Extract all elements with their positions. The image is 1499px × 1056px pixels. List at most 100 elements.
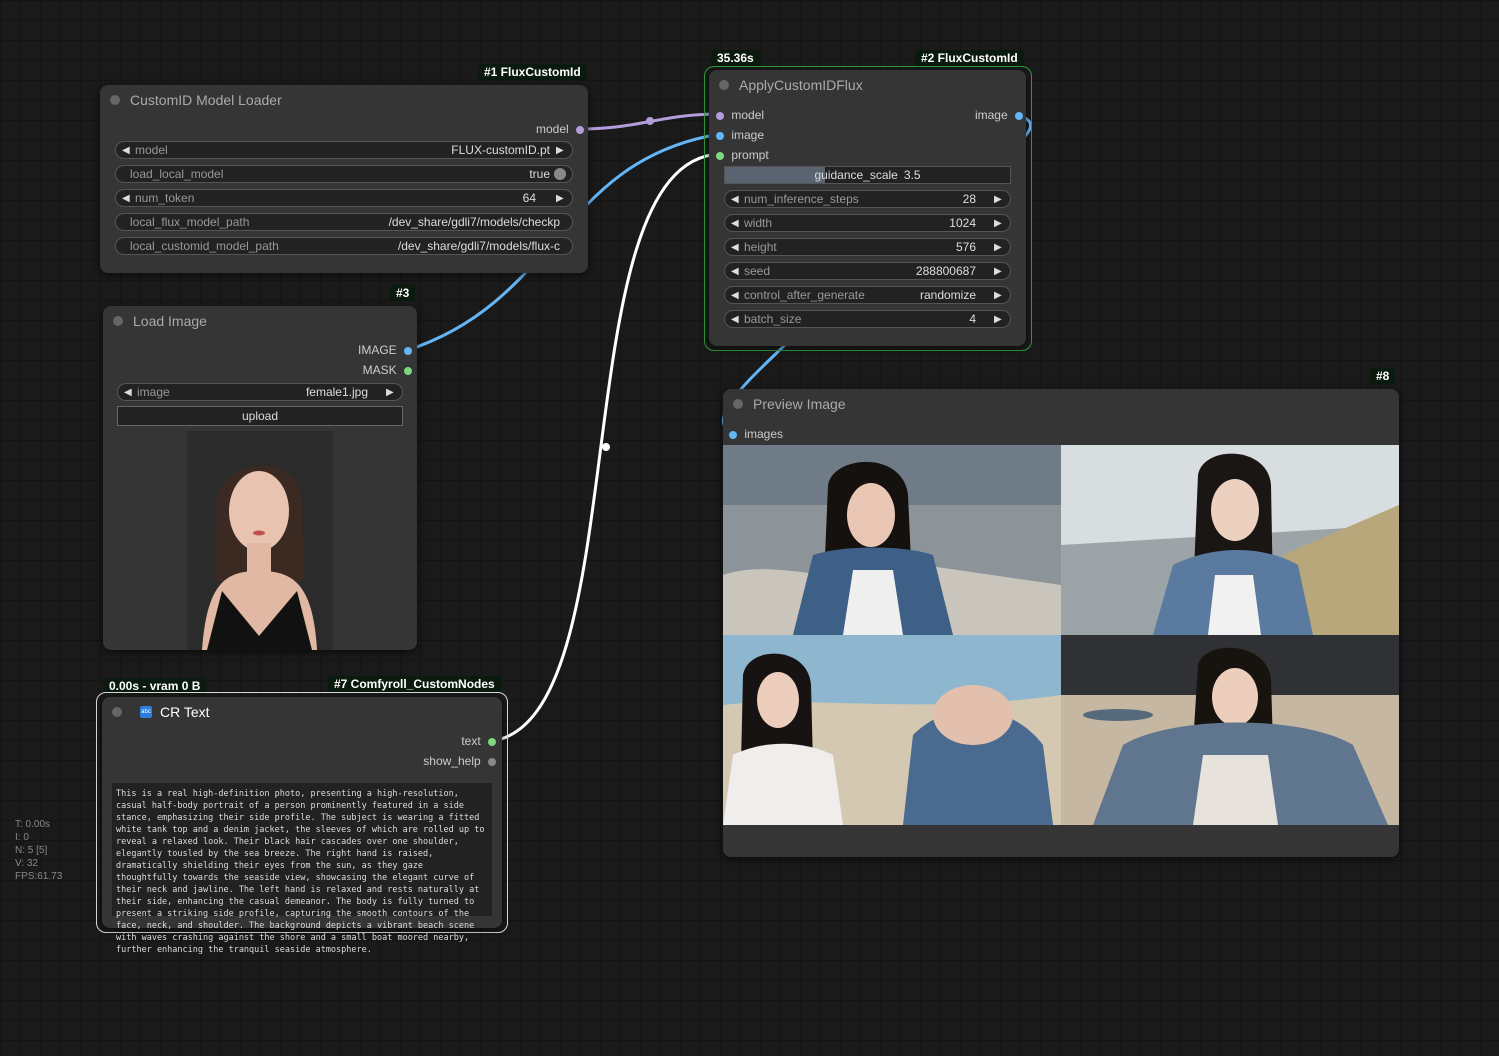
text-input-area[interactable]: This is a real high-definition photo, pr…	[112, 783, 492, 955]
generated-image-4	[1061, 635, 1399, 825]
left-arrow-icon[interactable]: ◀	[731, 266, 741, 277]
image-input-pin-icon[interactable]	[716, 131, 724, 140]
image-combo-widget[interactable]: ◀ image female1.jpg ▶	[117, 383, 403, 401]
node7-title: CR Text	[160, 704, 210, 720]
apply-customid-flux-node[interactable]: ApplyCustomIDFlux model image prompt ima…	[709, 70, 1026, 346]
batch-value: 4	[969, 312, 976, 326]
left-arrow-icon[interactable]: ◀	[731, 194, 741, 205]
collapse-dot-icon[interactable]	[733, 399, 743, 409]
batch-size-widget[interactable]: ◀ batch_size 4 ▶	[724, 310, 1011, 328]
node3-title-bar[interactable]: Load Image	[103, 306, 417, 336]
model-input-slot[interactable]: model	[716, 108, 764, 122]
node1-id-badge: #1 FluxCustomId	[478, 64, 587, 80]
prompt-input-label: prompt	[731, 148, 769, 162]
canvas-stats: T: 0.00s I: 0 N: 5 [5] V: 32 FPS:61.73	[15, 818, 62, 883]
prompt-text-content: This is a real high-definition photo, pr…	[116, 789, 485, 955]
text-type-icon: abc	[140, 706, 152, 718]
model-output-slot[interactable]: model	[536, 122, 584, 136]
show-help-output-slot[interactable]: show_help	[423, 754, 496, 768]
toggle-knob-icon[interactable]	[554, 168, 566, 180]
images-input-pin-icon[interactable]	[729, 430, 737, 439]
right-arrow-icon[interactable]: ▶	[556, 193, 566, 204]
width-widget[interactable]: ◀ width 1024 ▶	[724, 214, 1011, 232]
generated-image-1	[723, 445, 1061, 635]
stat-nodes: N: 5 [5]	[15, 845, 48, 856]
generated-image-3	[723, 635, 1061, 825]
image-output-slot[interactable]: IMAGE	[358, 343, 412, 357]
steps-label: num_inference_steps	[744, 192, 859, 206]
load-local-value: true	[529, 167, 550, 181]
right-arrow-icon[interactable]: ▶	[994, 194, 1004, 205]
node3-id-badge: #3	[390, 285, 416, 301]
collapse-dot-icon[interactable]	[719, 80, 729, 90]
mask-output-slot[interactable]: MASK	[363, 363, 412, 377]
image-output-label: IMAGE	[357, 343, 397, 357]
image-output-pin-icon[interactable]	[404, 346, 412, 355]
right-arrow-icon[interactable]: ▶	[994, 266, 1004, 277]
node2-timing-badge: 35.36s	[711, 50, 760, 66]
image-output-slot[interactable]: image	[975, 108, 1023, 122]
image-output-label: image	[974, 108, 1008, 122]
load-local-label: load_local_model	[130, 167, 224, 181]
images-input-slot[interactable]: images	[729, 427, 783, 441]
cr-text-node[interactable]: abc CR Text text show_help This is a rea…	[102, 697, 502, 955]
collapse-dot-icon[interactable]	[113, 316, 123, 326]
right-arrow-icon[interactable]: ▶	[556, 145, 566, 156]
left-arrow-icon[interactable]: ◀	[124, 387, 134, 398]
model-wire[interactable]	[579, 112, 721, 131]
node1-title-bar[interactable]: CustomID Model Loader	[100, 85, 588, 115]
portrait-image	[187, 431, 333, 650]
node3-title: Load Image	[133, 313, 207, 329]
customid-model-loader-node[interactable]: CustomID Model Loader model ◀ model FLUX…	[100, 85, 588, 273]
upload-button[interactable]: upload	[117, 406, 403, 426]
model-wire-midpoint[interactable]	[646, 117, 654, 125]
node2-title-bar[interactable]: ApplyCustomIDFlux	[709, 70, 1026, 100]
model-output-pin-icon[interactable]	[576, 125, 584, 134]
load-local-model-toggle[interactable]: load_local_model true	[115, 165, 573, 183]
guidance-scale-slider[interactable]: guidance_scale 3.5	[724, 166, 1011, 184]
control-after-generate-widget[interactable]: ◀ control_after_generate randomize ▶	[724, 286, 1011, 304]
customid-path-label: local_customid_model_path	[130, 239, 279, 253]
left-arrow-icon[interactable]: ◀	[731, 290, 741, 301]
right-arrow-icon[interactable]: ▶	[386, 387, 396, 398]
customid-model-path-field[interactable]: local_customid_model_path /dev_share/gdl…	[115, 237, 573, 255]
text-output-slot[interactable]: text	[461, 734, 496, 748]
num-inference-steps-widget[interactable]: ◀ num_inference_steps 28 ▶	[724, 190, 1011, 208]
show-help-output-pin-icon[interactable]	[488, 757, 496, 766]
collapse-dot-icon[interactable]	[112, 707, 122, 717]
node7-title-bar[interactable]: abc CR Text	[102, 697, 502, 727]
model-combo-label: model	[135, 143, 168, 157]
collapse-dot-icon[interactable]	[110, 95, 120, 105]
height-label: height	[744, 240, 777, 254]
left-arrow-icon[interactable]: ◀	[122, 193, 132, 204]
left-arrow-icon[interactable]: ◀	[731, 314, 741, 325]
right-arrow-icon[interactable]: ▶	[994, 218, 1004, 229]
left-arrow-icon[interactable]: ◀	[731, 242, 741, 253]
prompt-input-pin-icon[interactable]	[716, 151, 724, 160]
prompt-input-slot[interactable]: prompt	[716, 148, 769, 162]
preview-image-node[interactable]: Preview Image images	[723, 389, 1399, 857]
node8-title-bar[interactable]: Preview Image	[723, 389, 1399, 419]
text-output-pin-icon[interactable]	[488, 737, 496, 746]
mask-output-pin-icon[interactable]	[404, 366, 412, 375]
model-input-pin-icon[interactable]	[716, 111, 724, 120]
prompt-wire-midpoint[interactable]	[602, 443, 610, 451]
right-arrow-icon[interactable]: ▶	[994, 314, 1004, 325]
left-arrow-icon[interactable]: ◀	[122, 145, 132, 156]
image-output-pin-icon[interactable]	[1015, 111, 1023, 120]
seed-widget[interactable]: ◀ seed 288800687 ▶	[724, 262, 1011, 280]
image-input-slot[interactable]: image	[716, 128, 764, 142]
right-arrow-icon[interactable]: ▶	[994, 290, 1004, 301]
preview-image-grid[interactable]	[723, 445, 1399, 825]
flux-model-path-field[interactable]: local_flux_model_path /dev_share/gdli7/m…	[115, 213, 573, 231]
right-arrow-icon[interactable]: ▶	[994, 242, 1004, 253]
height-widget[interactable]: ◀ height 576 ▶	[724, 238, 1011, 256]
text-output-label: text	[461, 734, 481, 748]
stat-v: V: 32	[15, 858, 38, 869]
left-arrow-icon[interactable]: ◀	[731, 218, 741, 229]
num-token-widget[interactable]: ◀ num_token 64 ▶	[115, 189, 573, 207]
model-combo-widget[interactable]: ◀ model FLUX-customID.pt ▶	[115, 141, 573, 159]
num-token-label: num_token	[135, 191, 195, 205]
load-image-node[interactable]: Load Image IMAGE MASK ◀ image female1.jp…	[103, 306, 417, 650]
width-label: width	[744, 216, 773, 230]
